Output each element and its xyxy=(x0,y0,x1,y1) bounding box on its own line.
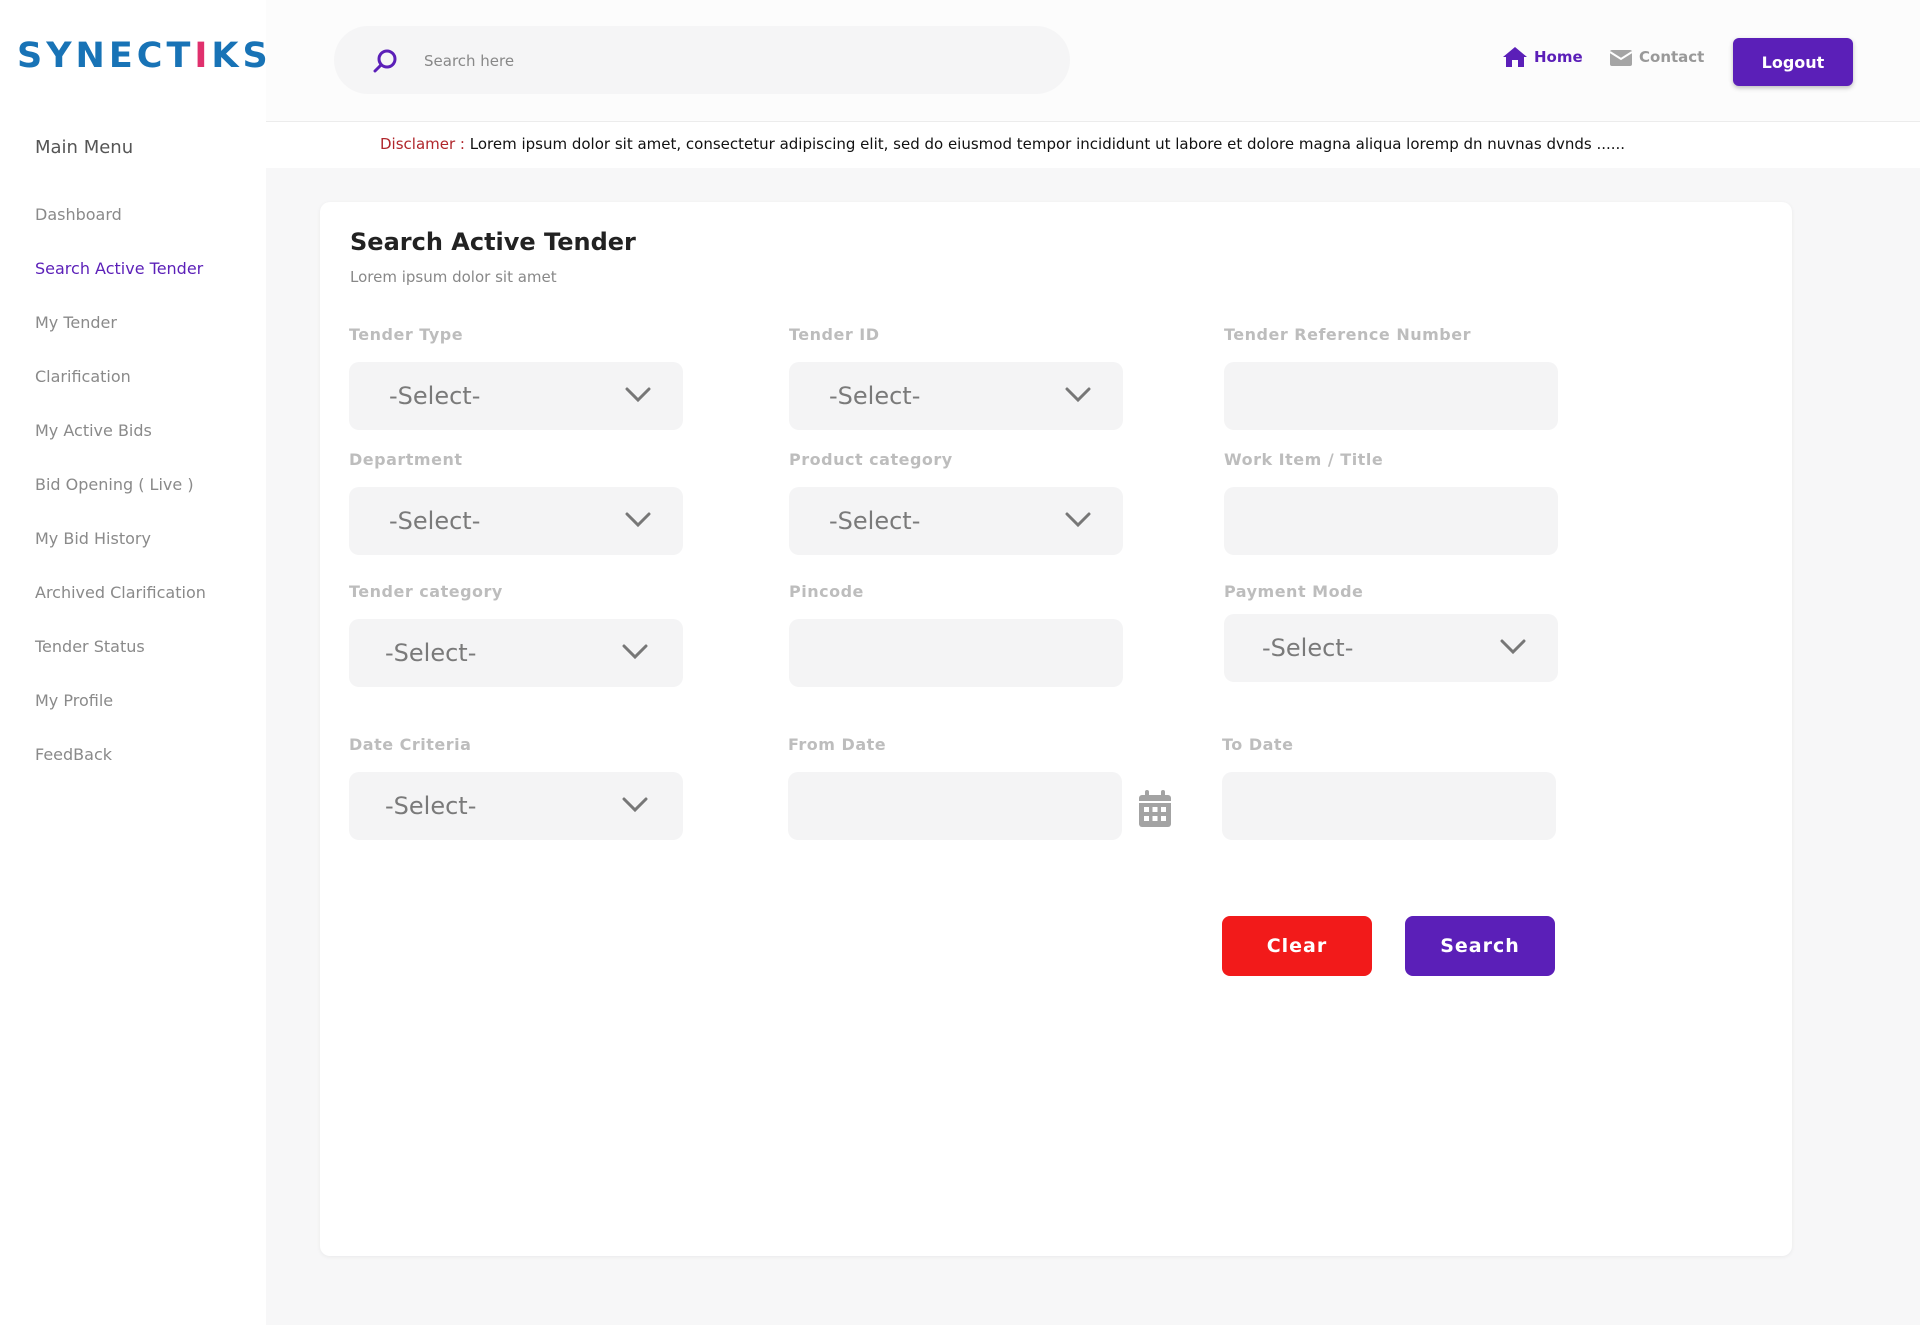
tender-ref-label: Tender Reference Number xyxy=(1224,325,1471,344)
tender-ref-input[interactable] xyxy=(1224,362,1558,430)
chevron-down-icon xyxy=(1065,387,1091,403)
tender-type-value: -Select- xyxy=(389,382,481,410)
contact-label: Contact xyxy=(1639,48,1705,66)
from-date-input[interactable] xyxy=(788,772,1122,840)
search-tender-card: Search Active Tender Lorem ipsum dolor s… xyxy=(320,202,1792,1256)
payment-mode-value: -Select- xyxy=(1262,634,1354,662)
date-criteria-label: Date Criteria xyxy=(349,735,472,754)
sidebar-item-my-profile[interactable]: My Profile xyxy=(35,690,206,744)
search-button[interactable]: Search xyxy=(1405,916,1555,976)
page-subtitle: Lorem ipsum dolor sit amet xyxy=(350,268,557,286)
sidebar-item-my-active-bids[interactable]: My Active Bids xyxy=(35,420,206,474)
sidebar-item-search-active-tender[interactable]: Search Active Tender xyxy=(35,258,206,312)
sidebar-item-my-tender[interactable]: My Tender xyxy=(35,312,206,366)
disclaimer-text: Lorem ipsum dolor sit amet, consectetur … xyxy=(469,135,1626,153)
chevron-down-icon xyxy=(622,797,648,813)
work-item-input[interactable] xyxy=(1224,487,1558,555)
department-label: Department xyxy=(349,450,463,469)
to-date-label: To Date xyxy=(1222,735,1294,754)
contact-link[interactable]: Contact xyxy=(1609,44,1704,70)
home-icon xyxy=(1503,47,1527,67)
tender-id-select[interactable]: -Select- xyxy=(789,362,1123,430)
logout-button[interactable]: Logout xyxy=(1733,38,1853,86)
sidebar-item-feedback[interactable]: FeedBack xyxy=(35,744,206,798)
sidebar-item-dashboard[interactable]: Dashboard xyxy=(35,204,206,258)
disclaimer-label: Disclamer : xyxy=(380,135,465,153)
payment-mode-select[interactable]: -Select- xyxy=(1224,614,1558,682)
pincode-input[interactable] xyxy=(789,619,1123,687)
calendar-icon[interactable] xyxy=(1138,790,1172,828)
chevron-down-icon xyxy=(625,512,651,528)
synectiks-logo[interactable]: SYNECTIKS xyxy=(17,36,272,76)
product-category-select[interactable]: -Select- xyxy=(789,487,1123,555)
top-bar: Home Contact Logout xyxy=(266,0,1920,122)
tender-category-select[interactable]: -Select- xyxy=(349,619,683,687)
from-date-label: From Date xyxy=(788,735,887,754)
search-bar[interactable] xyxy=(334,26,1070,94)
clear-button[interactable]: Clear xyxy=(1222,916,1372,976)
disclaimer: Disclamer : Lorem ipsum dolor sit amet, … xyxy=(380,135,1625,153)
payment-mode-label: Payment Mode xyxy=(1224,582,1364,601)
work-item-label: Work Item / Title xyxy=(1224,450,1384,469)
date-criteria-value: -Select- xyxy=(385,792,477,820)
search-icon xyxy=(373,49,397,73)
product-category-value: -Select- xyxy=(829,507,921,535)
sidebar-menu: Dashboard Search Active Tender My Tender… xyxy=(35,204,206,798)
tender-id-label: Tender ID xyxy=(789,325,880,344)
disclaimer-bar: Disclamer : Lorem ipsum dolor sit amet, … xyxy=(266,122,1920,168)
sidebar-item-tender-status[interactable]: Tender Status xyxy=(35,636,206,690)
department-select[interactable]: -Select- xyxy=(349,487,683,555)
search-input[interactable] xyxy=(422,44,1026,78)
home-link[interactable]: Home xyxy=(1502,44,1583,70)
tender-type-label: Tender Type xyxy=(349,325,464,344)
tender-type-select[interactable]: -Select- xyxy=(349,362,683,430)
date-criteria-select[interactable]: -Select- xyxy=(349,772,683,840)
sidebar-item-my-bid-history[interactable]: My Bid History xyxy=(35,528,206,582)
chevron-down-icon xyxy=(1065,512,1091,528)
sidebar-item-clarification[interactable]: Clarification xyxy=(35,366,206,420)
home-label: Home xyxy=(1534,48,1583,66)
sidebar-item-bid-opening-live[interactable]: Bid Opening ( Live ) xyxy=(35,474,206,528)
tender-category-value: -Select- xyxy=(385,639,477,667)
page-title: Search Active Tender xyxy=(350,228,636,256)
tender-id-value: -Select- xyxy=(829,382,921,410)
department-value: -Select- xyxy=(389,507,481,535)
chevron-down-icon xyxy=(1500,639,1526,655)
logo-text: SYNECT xyxy=(17,36,195,76)
chevron-down-icon xyxy=(625,387,651,403)
logo-text-accent: I xyxy=(194,36,212,76)
logo-text-end: KS xyxy=(211,36,272,76)
chevron-down-icon xyxy=(622,644,648,660)
envelope-icon xyxy=(1609,50,1633,66)
product-category-label: Product category xyxy=(789,450,953,469)
sidebar: SYNECTIKS Main Menu Dashboard Search Act… xyxy=(0,0,268,1325)
main-menu-title: Main Menu xyxy=(35,137,134,158)
pincode-label: Pincode xyxy=(789,582,864,601)
sidebar-item-archived-clarification[interactable]: Archived Clarification xyxy=(35,582,206,636)
to-date-input[interactable] xyxy=(1222,772,1556,840)
tender-category-label: Tender category xyxy=(349,582,503,601)
